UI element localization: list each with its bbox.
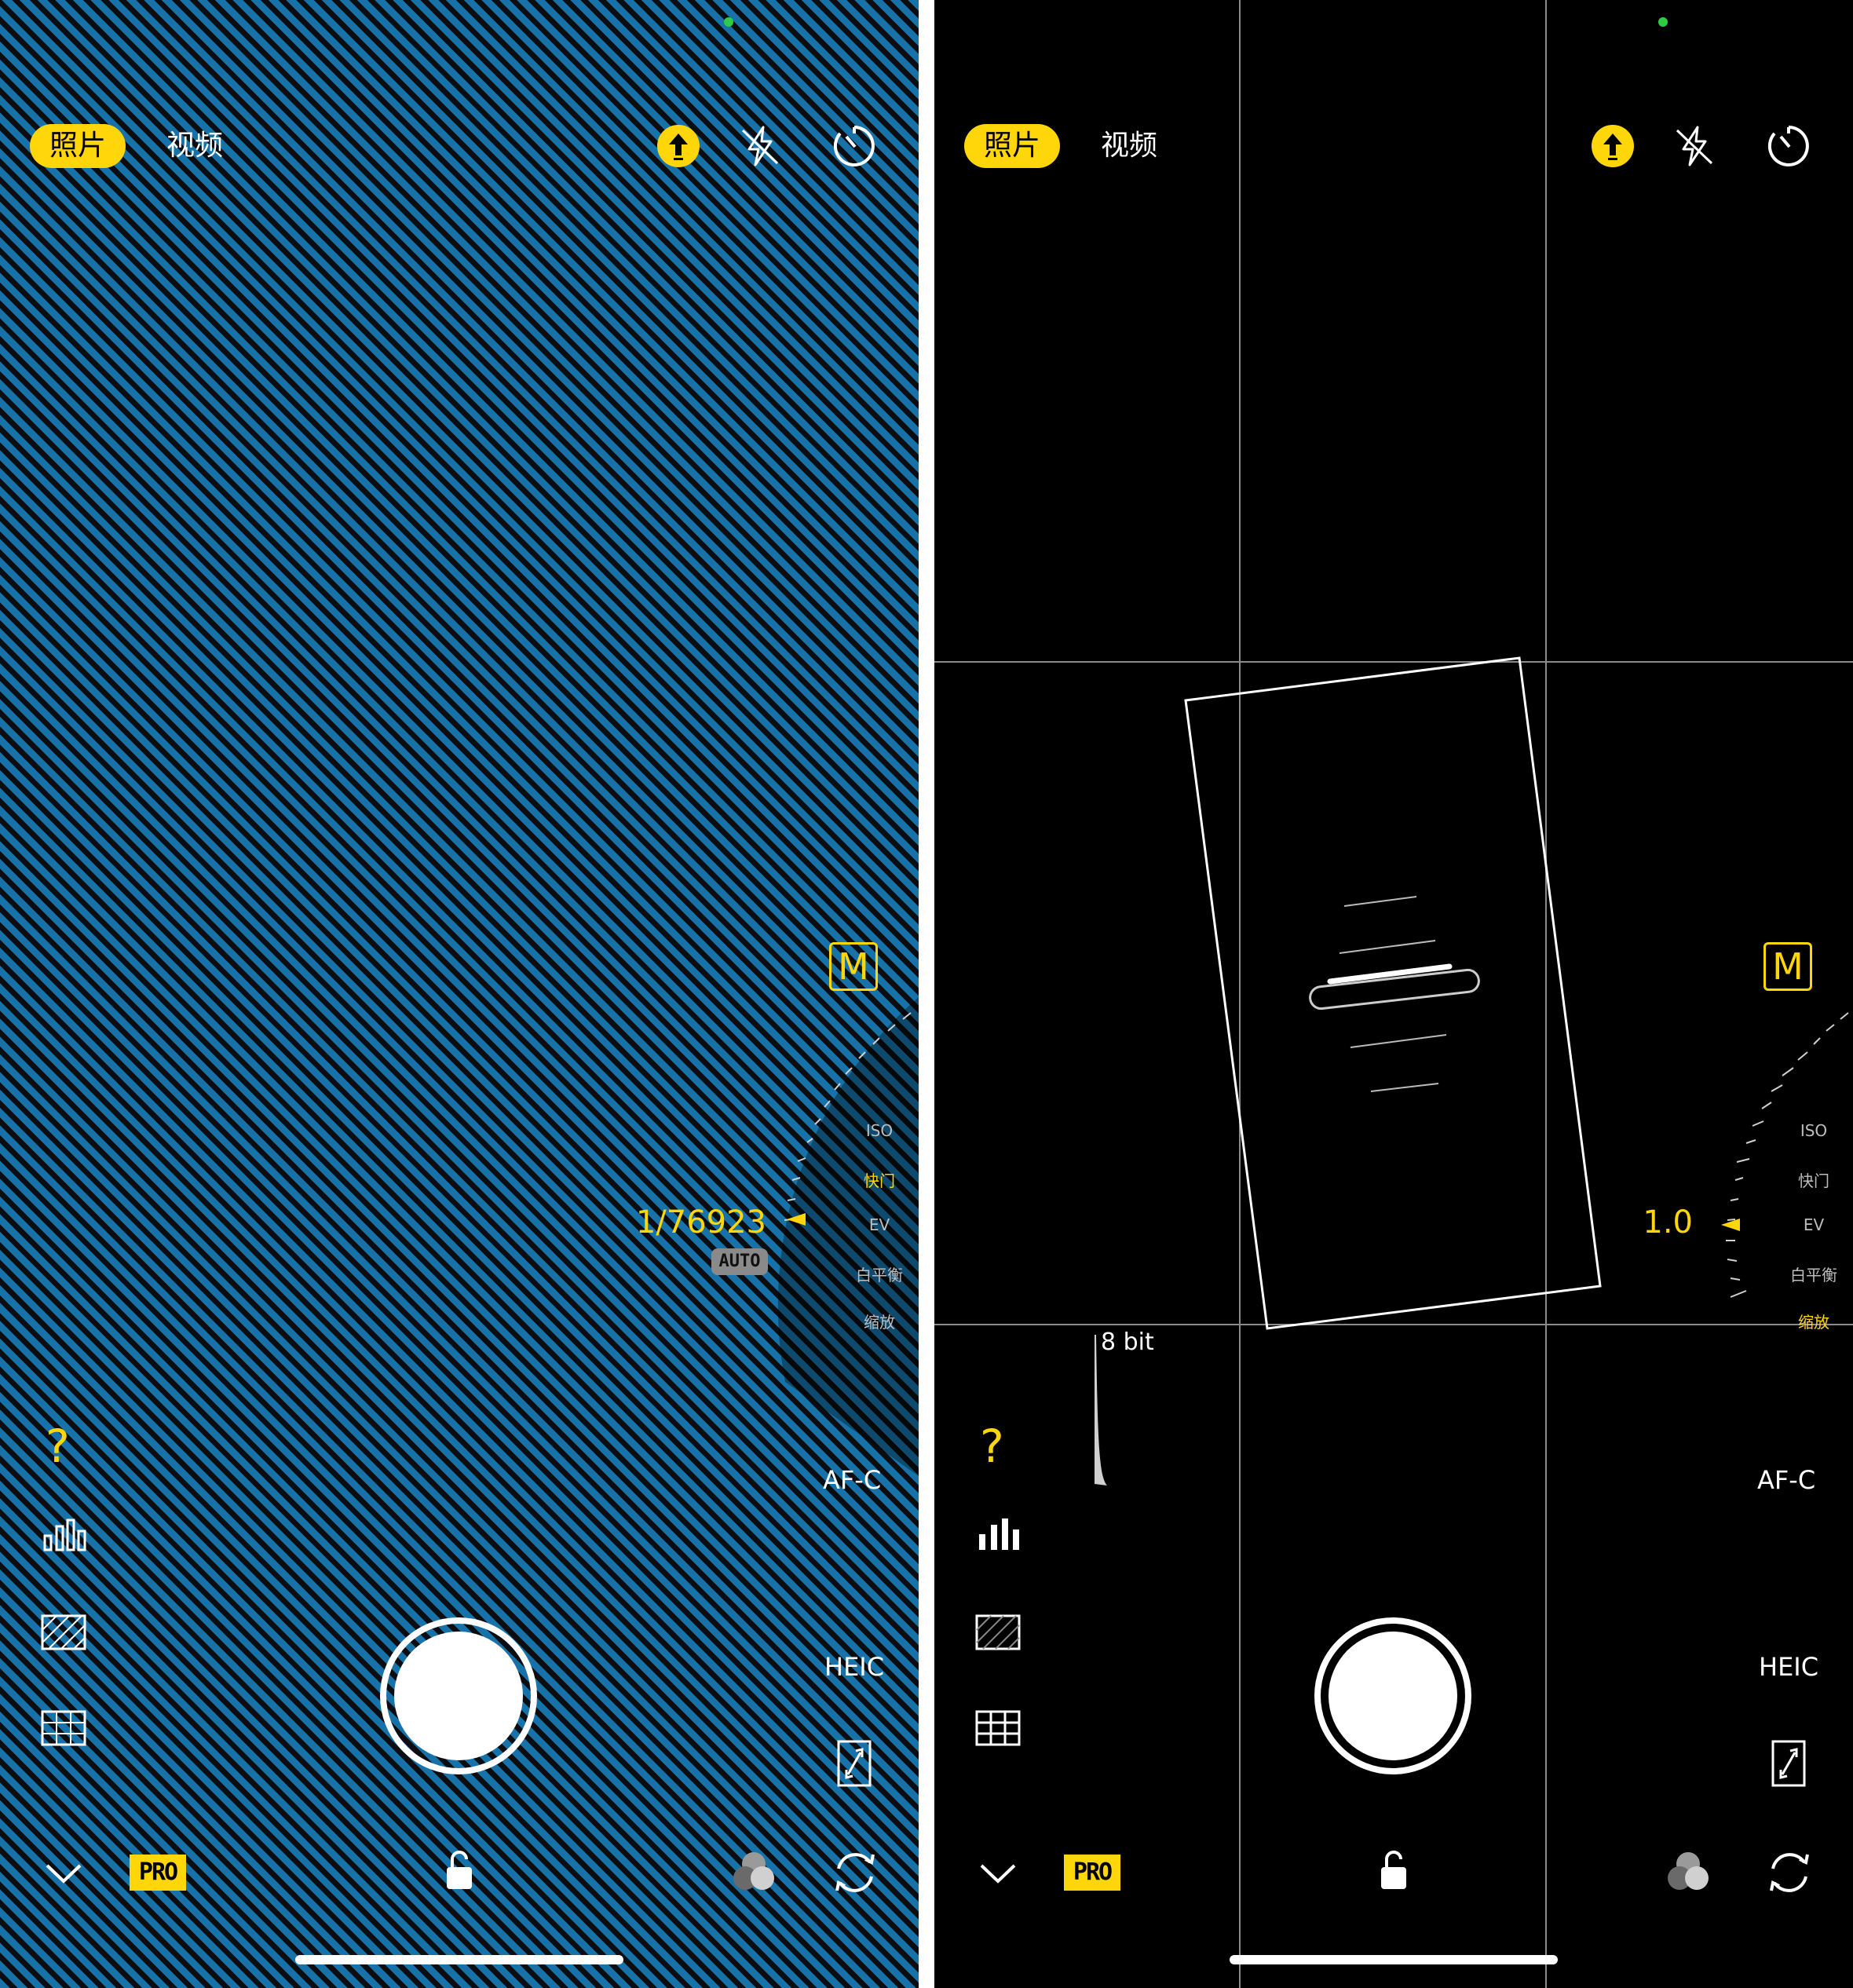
zebra-icon[interactable] <box>975 1614 1021 1650</box>
param-ev[interactable]: EV <box>836 1215 919 1234</box>
shutter-button[interactable] <box>380 1617 537 1774</box>
histogram-icon[interactable] <box>977 1515 1021 1551</box>
param-ev[interactable]: EV <box>1771 1215 1853 1234</box>
shutter-inner <box>394 1632 523 1760</box>
param-shutter[interactable]: 快门 <box>836 1168 919 1191</box>
histogram-graph <box>1095 1335 1107 1486</box>
flip-camera-icon[interactable] <box>831 1848 879 1897</box>
shutter-inner <box>1329 1632 1457 1760</box>
focus-mode-button[interactable]: AF-C <box>823 1465 881 1495</box>
chevron-down-icon[interactable] <box>44 1861 83 1886</box>
camera-screen-right: 照片 视频 M ISO 快门 EV 白平衡 缩放 1.0 8 bit ? AF-… <box>934 0 1853 1988</box>
pro-badge[interactable]: PRO <box>1064 1855 1120 1891</box>
format-button[interactable]: HEIC <box>824 1652 884 1682</box>
shutter-button[interactable] <box>1314 1617 1471 1774</box>
pro-badge[interactable]: PRO <box>130 1855 186 1891</box>
histogram-icon[interactable] <box>42 1515 86 1551</box>
chevron-down-icon[interactable] <box>978 1861 1018 1886</box>
home-indicator[interactable] <box>1230 1955 1558 1964</box>
shutter-value: 1/76923 <box>635 1204 766 1241</box>
param-iso[interactable]: ISO <box>1771 1121 1853 1140</box>
filters-icon[interactable] <box>730 1850 777 1894</box>
zoom-value: 1.0 <box>1643 1204 1693 1241</box>
param-white-balance[interactable]: 白平衡 <box>1771 1263 1853 1285</box>
help-icon[interactable]: ? <box>46 1420 70 1473</box>
param-iso[interactable]: ISO <box>836 1121 919 1140</box>
lock-icon[interactable] <box>444 1850 474 1891</box>
param-white-balance[interactable]: 白平衡 <box>836 1263 919 1285</box>
aspect-icon[interactable] <box>1771 1740 1806 1787</box>
flip-camera-icon[interactable] <box>1765 1848 1814 1897</box>
home-indicator[interactable] <box>295 1955 623 1964</box>
auto-badge[interactable]: AUTO <box>711 1248 768 1275</box>
lock-icon[interactable] <box>1379 1850 1409 1891</box>
focus-mode-button[interactable]: AF-C <box>1757 1465 1815 1495</box>
param-zoom[interactable]: 缩放 <box>836 1310 919 1332</box>
param-zoom[interactable]: 缩放 <box>1771 1310 1853 1332</box>
grid-icon[interactable] <box>975 1710 1021 1746</box>
filters-icon[interactable] <box>1665 1850 1712 1894</box>
grid-icon[interactable] <box>41 1710 86 1746</box>
camera-screen-left: 照片 视频 M ISO 快门 EV 白平衡 缩放 1/76923 AUTO ? … <box>0 0 919 1988</box>
param-shutter[interactable]: 快门 <box>1771 1168 1853 1191</box>
zebra-icon[interactable] <box>41 1614 86 1650</box>
help-icon[interactable]: ? <box>980 1420 1004 1473</box>
aspect-icon[interactable] <box>837 1740 872 1787</box>
format-button[interactable]: HEIC <box>1759 1652 1818 1682</box>
